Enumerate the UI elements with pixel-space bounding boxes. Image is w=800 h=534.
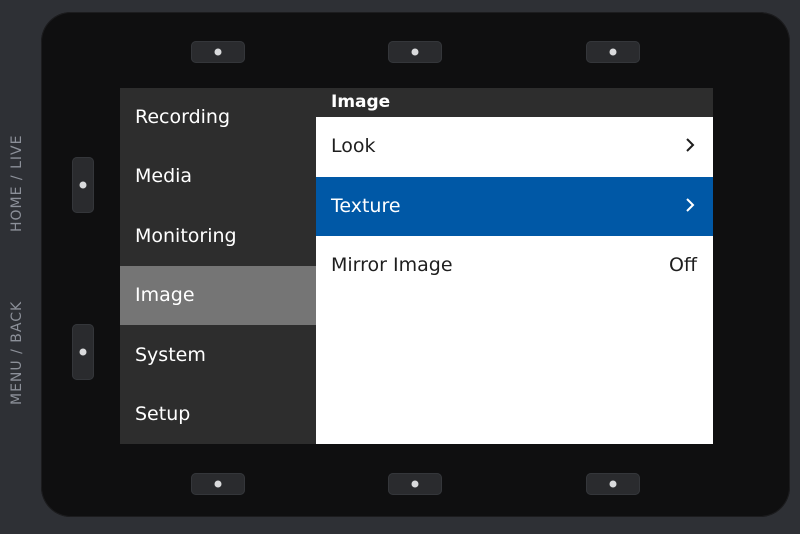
menu-item-setup[interactable]: Setup <box>120 385 316 444</box>
bottom-soft-button-1[interactable] <box>191 473 245 495</box>
button-dot-icon <box>411 48 419 56</box>
menu-item-label: Media <box>135 165 193 187</box>
button-dot-icon <box>609 48 617 56</box>
device-screen: Recording Media Monitoring Image System … <box>120 88 713 444</box>
menu-item-label: Recording <box>135 106 231 128</box>
menu-item-label: Image <box>135 284 195 306</box>
bottom-soft-button-3[interactable] <box>586 473 640 495</box>
row-look[interactable]: Look <box>316 117 713 176</box>
button-dot-icon <box>214 480 222 488</box>
row-mirror-image[interactable]: Mirror Image Off <box>316 236 713 295</box>
menu-item-label: Monitoring <box>135 225 237 247</box>
top-soft-button-3[interactable] <box>586 41 640 63</box>
menu-item-recording[interactable]: Recording <box>120 88 316 147</box>
menu-back-label: MENU / BACK <box>9 300 25 405</box>
submenu-title: Image <box>316 88 713 117</box>
menu-item-media[interactable]: Media <box>120 147 316 206</box>
home-live-button[interactable] <box>72 157 94 213</box>
main-menu: Recording Media Monitoring Image System … <box>120 88 316 444</box>
menu-item-monitoring[interactable]: Monitoring <box>120 207 316 266</box>
row-label: Texture <box>331 195 401 217</box>
bottom-soft-button-2[interactable] <box>388 473 442 495</box>
button-dot-icon <box>411 480 419 488</box>
top-soft-button-1[interactable] <box>191 41 245 63</box>
menu-item-label: Setup <box>135 403 191 425</box>
menu-item-system[interactable]: System <box>120 326 316 385</box>
button-dot-icon <box>609 480 617 488</box>
menu-back-button[interactable] <box>72 324 94 380</box>
row-label: Look <box>331 135 376 157</box>
button-dot-icon <box>214 48 222 56</box>
button-dot-icon <box>79 348 87 356</box>
menu-item-label: System <box>135 344 206 366</box>
chevron-right-icon <box>683 177 697 236</box>
home-live-label: HOME / LIVE <box>9 134 25 232</box>
row-label: Mirror Image <box>331 254 453 276</box>
top-soft-button-2[interactable] <box>388 41 442 63</box>
submenu-panel: Image Look Texture Mirror Image Off <box>316 88 713 444</box>
row-texture[interactable]: Texture <box>316 177 713 236</box>
button-dot-icon <box>79 181 87 189</box>
chevron-right-icon <box>683 117 697 176</box>
menu-item-image[interactable]: Image <box>120 266 316 325</box>
row-value: Off <box>668 254 697 276</box>
